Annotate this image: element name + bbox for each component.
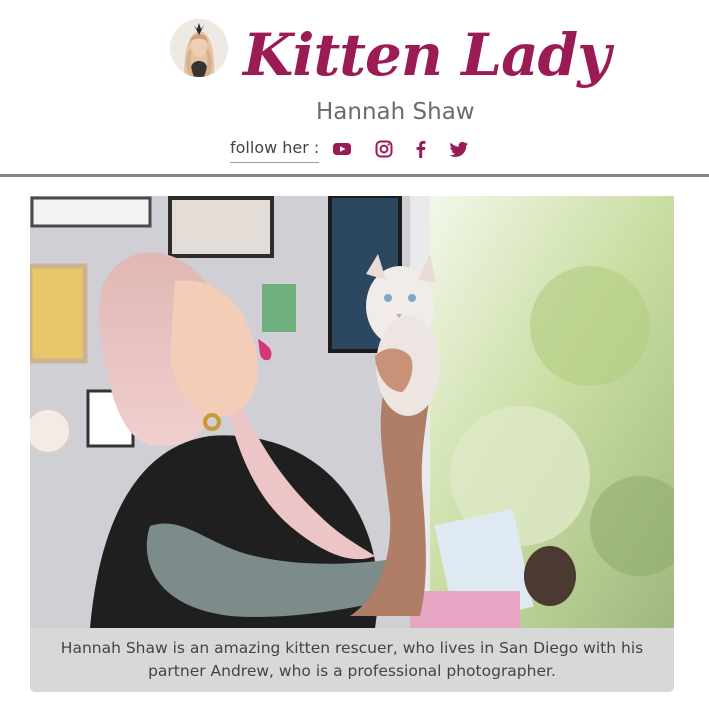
facebook-link[interactable] — [411, 139, 431, 159]
follow-label: follow her : — [230, 137, 320, 163]
twitter-link[interactable] — [449, 139, 469, 159]
hero-photo — [30, 196, 674, 628]
site-subtitle: Hannah Shaw — [316, 99, 475, 125]
avatar — [170, 19, 228, 77]
twitter-icon — [449, 141, 468, 157]
instagram-link[interactable] — [374, 139, 394, 159]
facebook-icon — [416, 140, 426, 158]
site-title: Kitten Lady — [243, 21, 611, 89]
youtube-link[interactable] — [332, 139, 352, 159]
site-header: Kitten Lady Hannah Shaw follow her : — [0, 0, 709, 176]
youtube-icon — [333, 143, 351, 155]
photo-caption: Hannah Shaw is an amazing kitten rescuer… — [30, 628, 674, 692]
header-divider — [0, 174, 709, 177]
instagram-icon — [375, 140, 393, 158]
